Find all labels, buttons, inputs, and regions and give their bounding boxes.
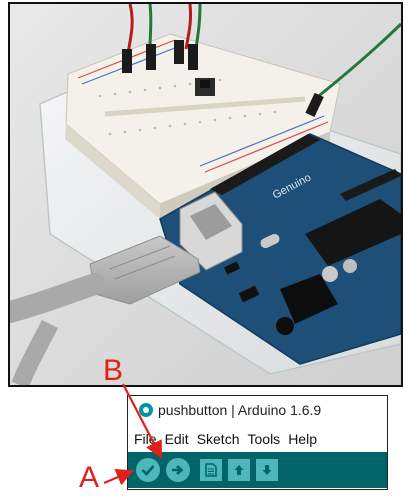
toolbar [128, 452, 387, 488]
menu-help[interactable]: Help [288, 431, 317, 447]
annotation-label-a: A [79, 461, 100, 494]
window-title-bar: pushbutton | Arduino 1.6.9 [128, 396, 387, 424]
arduino-logo-icon [139, 403, 153, 417]
down-arrow-icon [262, 465, 272, 475]
push-button-component [195, 78, 215, 96]
menu-sketch[interactable]: Sketch [197, 431, 240, 447]
open-sketch-button[interactable] [228, 459, 250, 481]
verify-button[interactable] [136, 458, 160, 482]
save-sketch-button[interactable] [256, 459, 278, 481]
new-document-icon [205, 463, 217, 477]
checkmark-icon [141, 465, 155, 476]
menu-tools[interactable]: Tools [248, 431, 281, 447]
upload-button[interactable] [166, 458, 190, 482]
new-sketch-button[interactable] [200, 459, 222, 481]
annotation-label-b: B [103, 354, 124, 387]
menu-file[interactable]: File [134, 431, 157, 447]
arduino-ide-window: pushbutton | Arduino 1.6.9 File Edit Ske… [127, 395, 388, 490]
right-arrow-icon [172, 465, 184, 475]
photo-illustration: Genuino [10, 4, 401, 385]
window-title: pushbutton | Arduino 1.6.9 [158, 402, 322, 418]
menu-edit[interactable]: Edit [165, 431, 189, 447]
arduino-board-photo: Genuino [8, 2, 403, 387]
menu-bar: File Edit Sketch Tools Help [128, 429, 387, 449]
up-arrow-icon [234, 465, 244, 475]
